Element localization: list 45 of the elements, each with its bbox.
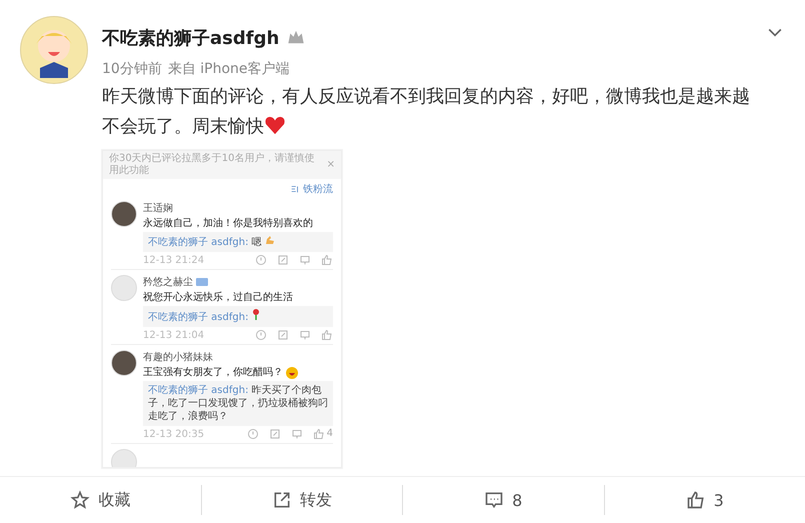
laughing-face-icon [286,366,298,378]
comment-icon [299,329,311,341]
comment-text: 王宝强有女朋友了，你吃醋吗？ [143,366,283,379]
comment-button[interactable]: 8 [402,485,604,515]
favorite-button[interactable]: 收藏 [0,485,200,515]
comment-time: 12-13 20:35 [143,428,206,440]
post-time: 10分钟前 [102,60,162,78]
comment-time: 12-13 21:24 [143,254,206,266]
avatar-photo [111,201,137,227]
thumbs-up-icon [321,254,333,266]
share-icon [272,490,292,510]
reply-text: 不吃素的狮子 asdfgh: 昨天买了个肉包子，吃了一口发现馊了，扔垃圾桶被狗叼走吃了，浪费吗？ [143,381,333,426]
sort-label: 铁粉流 [303,182,333,196]
repost-button[interactable]: 转发 [200,485,402,515]
post-text: 昨天微博下面的评论，有人反应说看不到我回复的内容，好吧，微博我也是越来越不会玩了。周末愉快 [102,85,751,139]
comment-icon [484,490,504,510]
alert-circle-icon [246,428,259,440]
comment-text: 永远做自己，加油！你是我特别喜欢的 [143,217,313,230]
notice-text: 你30天内已评论拉黑多于10名用户，请谨慎使用此功能 [109,153,316,177]
heart-icon [264,115,286,135]
commenter-name: 王适娴 [143,202,173,215]
like-count: 4 [326,428,333,440]
notice-close: × [326,159,335,171]
share-icon [277,254,289,266]
reply-text: 不吃素的狮子 asdfgh: 嗯 [143,232,333,252]
commenter-name: 有趣的小猪妹妹 [143,350,213,364]
alert-circle-icon [255,329,267,341]
comment-text: 祝您开心永远快乐，过自己的生活 [143,291,293,304]
avatar-photo [111,350,137,376]
share-icon [268,428,281,440]
post-source[interactable]: 来自 iPhone客户端 [168,60,290,78]
thumbs-up-icon [686,490,706,510]
author-name[interactable]: 不吃素的狮子asdfgh [102,26,280,50]
commenter-name: 矜悠之赫尘 [143,276,193,289]
alert-circle-icon [255,254,267,266]
share-icon [277,329,289,341]
thumbs-up-icon [321,329,333,341]
star-icon [70,490,90,510]
like-button[interactable]: 3 [604,485,805,515]
sort-icon [290,184,300,194]
comment-icon [290,428,303,440]
avatar-placeholder [111,275,137,301]
comment-icon [299,254,311,266]
thumbs-up-icon [312,428,325,440]
comment-time: 12-13 21:04 [143,330,206,340]
